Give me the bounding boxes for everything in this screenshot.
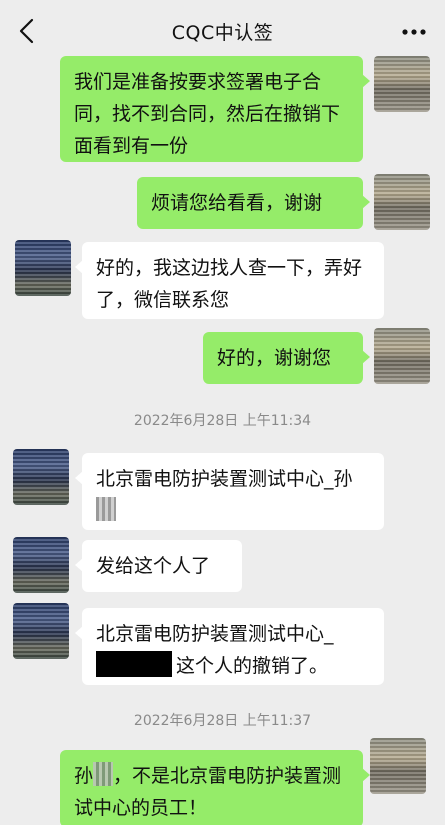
message-text: 烦请您给看看，谢谢 <box>151 192 323 214</box>
message-list: 我们是准备按要求签署电子合同，找不到合同，然后在撤销下面看到有一份 烦请您给看看… <box>0 56 445 825</box>
obscured-character <box>93 762 114 786</box>
avatar-self[interactable] <box>374 56 430 112</box>
message-text: 我们是准备按要求签署电子合同，找不到合同，然后在撤销下面看到有一份 <box>74 71 341 157</box>
message-bubble-received[interactable]: 北京雷电防护装置测试中心_孙 <box>75 453 384 530</box>
avatar-contact[interactable] <box>13 537 69 593</box>
message-text: 发给这个人了 <box>96 555 211 577</box>
avatar-self[interactable] <box>374 174 430 230</box>
timestamp: 2022年6月28日 上午11:37 <box>133 713 312 729</box>
message-bubble-sent[interactable]: 好的，谢谢您 <box>203 332 370 384</box>
message-text-part: 这个人的撤销了。 <box>176 655 329 677</box>
avatar-contact[interactable] <box>13 603 69 659</box>
message-text: 好的，谢谢您 <box>217 347 332 369</box>
redaction-bar <box>96 651 172 677</box>
message-bubble-received[interactable]: 北京雷电防护装置测试中心_ 这个人的撤销了。 <box>75 608 384 685</box>
message-bubble-received[interactable]: 好的，我这边找人查一下，弄好了，微信联系您 <box>75 242 384 319</box>
avatar-self[interactable] <box>370 738 426 794</box>
message-bubble-sent[interactable]: 烦请您给看看，谢谢 <box>137 177 370 229</box>
message-text: 好的，我这边找人查一下，弄好了，微信联系您 <box>96 257 363 311</box>
obscured-character <box>96 497 116 521</box>
message-bubble-received[interactable]: 发给这个人了 <box>75 540 242 592</box>
message-text-part: ，不是北京雷电防护装置测试中心的员工！ <box>74 765 342 819</box>
chat-title: CQC中认签 <box>171 22 274 44</box>
message-bubble-sent[interactable]: 孙，不是北京雷电防护装置测试中心的员工！ <box>60 750 370 825</box>
avatar-contact[interactable] <box>15 240 71 296</box>
timestamp: 2022年6月28日 上午11:34 <box>133 413 312 429</box>
chat-header: CQC中认签 <box>0 0 445 62</box>
avatar-self[interactable] <box>374 328 430 384</box>
message-text: 北京雷电防护装置测试中心_孙 <box>96 468 353 490</box>
message-text-part: 北京雷电防护装置测试中心_ <box>96 623 334 645</box>
avatar-contact[interactable] <box>13 449 69 505</box>
message-bubble-sent[interactable]: 我们是准备按要求签署电子合同，找不到合同，然后在撤销下面看到有一份 <box>60 56 370 162</box>
more-dots-icon[interactable] <box>401 28 427 36</box>
message-text-part: 孙 <box>74 765 94 787</box>
